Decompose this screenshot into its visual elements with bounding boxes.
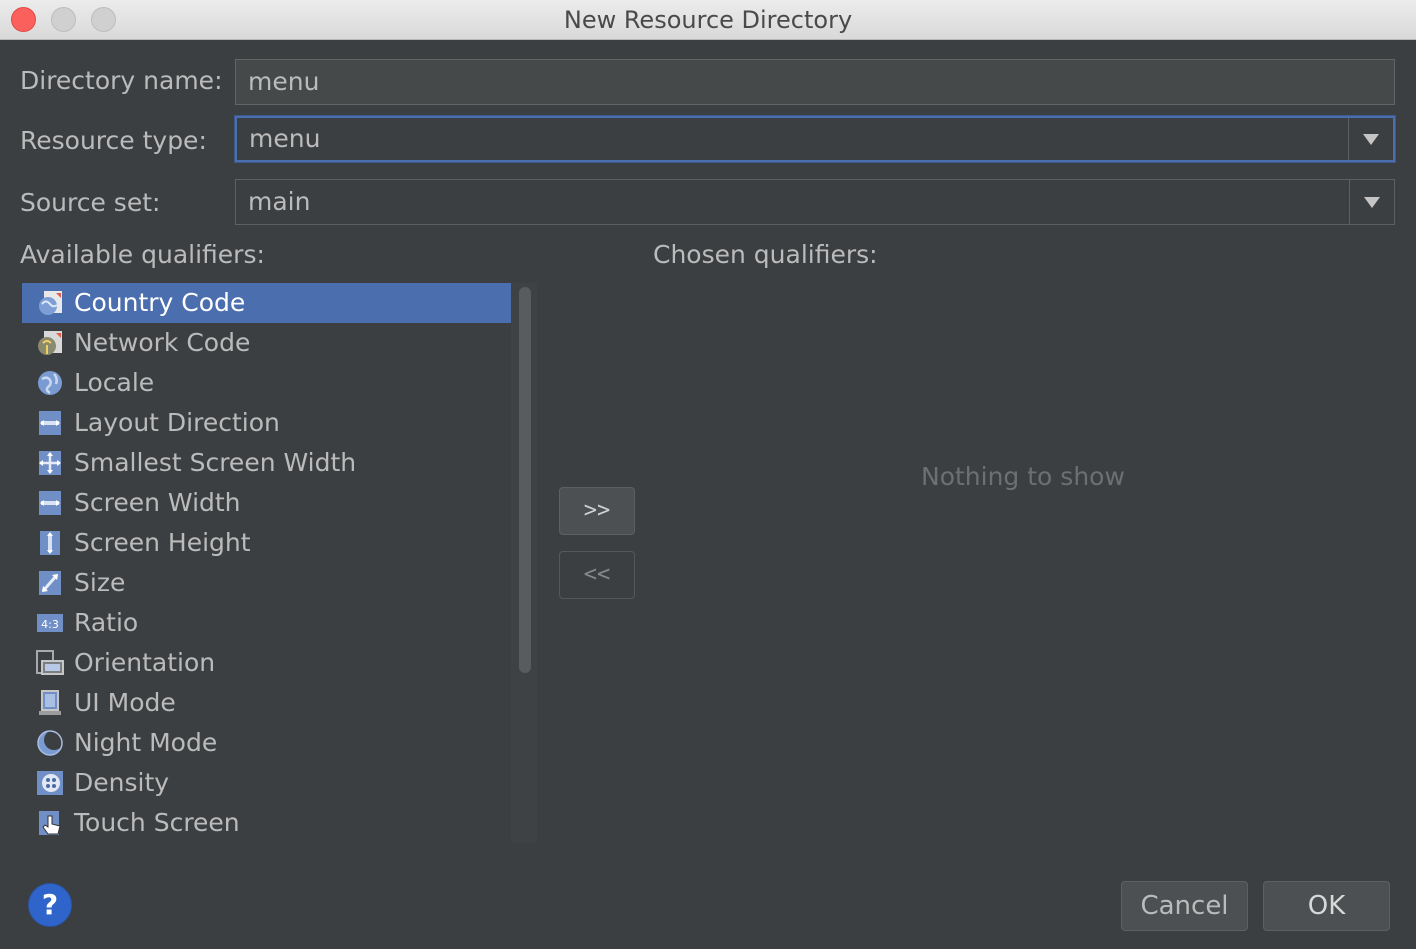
qualifier-item-layout-direction[interactable]: Layout Direction [22, 403, 511, 443]
night-mode-icon [37, 730, 64, 756]
resource-type-label: Resource type: [20, 126, 207, 155]
qualifier-label: Ratio [74, 608, 139, 637]
qualifier-label: Network Code [74, 328, 251, 357]
qualifier-item-ratio[interactable]: 4:3 Ratio [22, 603, 511, 643]
scrollbar-thumb[interactable] [519, 287, 531, 673]
qualifier-item-locale[interactable]: Locale [22, 363, 511, 403]
directory-name-label: Directory name: [20, 66, 223, 95]
globe-icon [38, 371, 62, 395]
source-set-select[interactable]: main [235, 179, 1395, 225]
window-title: New Resource Directory [563, 6, 853, 34]
qualifier-label: Locale [74, 368, 155, 397]
smallest-screen-width-icon [39, 451, 61, 475]
touch-screen-icon [39, 811, 61, 835]
screen-height-icon [40, 531, 60, 555]
qualifier-label: Screen Height [74, 528, 251, 557]
qualifier-item-network-code[interactable]: Network Code [22, 323, 511, 363]
qualifier-item-country-code[interactable]: Country Code [22, 283, 511, 323]
layout-direction-icon [39, 411, 61, 435]
chosen-qualifiers-empty-text: Nothing to show [921, 462, 1125, 491]
qualifier-label: UI Mode [74, 688, 176, 717]
qualifier-label: Touch Screen [74, 808, 240, 837]
qualifier-label: Smallest Screen Width [74, 448, 357, 477]
available-qualifiers-label: Available qualifiers: [20, 240, 265, 269]
country-code-icon [39, 291, 62, 315]
qualifier-item-orientation[interactable]: Orientation [22, 643, 511, 683]
screen-width-icon [39, 491, 61, 515]
add-qualifier-button[interactable]: >> [559, 487, 635, 535]
qualifier-label: Density [74, 768, 170, 797]
qualifier-item-screen-height[interactable]: Screen Height [22, 523, 511, 563]
resource-type-value: menu [249, 124, 321, 153]
source-set-label: Source set: [20, 188, 161, 217]
qualifier-item-night-mode[interactable]: Night Mode [22, 723, 511, 763]
density-icon [37, 771, 63, 795]
ui-mode-icon [39, 690, 61, 715]
available-qualifiers-list[interactable]: Country Code Network Code Locale Layout … [22, 283, 511, 843]
orientation-icon [36, 650, 64, 675]
qualifier-label: Orientation [74, 648, 216, 677]
source-set-dropdown-arrow-icon[interactable] [1349, 180, 1394, 224]
source-set-value: main [248, 187, 311, 216]
qualifier-item-touch-screen[interactable]: Touch Screen [22, 803, 511, 843]
help-button[interactable]: ? [28, 883, 72, 927]
qualifier-label: Size [74, 568, 126, 597]
ok-button[interactable]: OK [1263, 881, 1390, 931]
qualifier-item-smallest-screen-width[interactable]: Smallest Screen Width [22, 443, 511, 483]
qualifier-item-screen-width[interactable]: Screen Width [22, 483, 511, 523]
qualifier-label: Screen Width [74, 488, 241, 517]
network-code-icon [38, 331, 62, 355]
svg-text:4:3: 4:3 [41, 618, 59, 631]
directory-name-input[interactable]: menu [235, 59, 1395, 105]
size-icon [39, 571, 61, 595]
qualifier-label: Country Code [74, 288, 246, 317]
qualifier-label: Night Mode [74, 728, 218, 757]
qualifier-item-size[interactable]: Size [22, 563, 511, 603]
remove-qualifier-button[interactable]: << [559, 551, 635, 599]
cancel-button[interactable]: Cancel [1121, 881, 1248, 931]
qualifiers-scrollbar[interactable] [511, 283, 537, 843]
chosen-qualifiers-label: Chosen qualifiers: [653, 240, 878, 269]
resource-type-select[interactable]: menu [235, 116, 1395, 162]
title-bar: New Resource Directory [0, 0, 1416, 40]
resource-type-dropdown-arrow-icon[interactable] [1348, 118, 1393, 160]
qualifier-item-density[interactable]: Density [22, 763, 511, 803]
qualifier-label: Layout Direction [74, 408, 280, 437]
ratio-icon: 4:3 [37, 614, 63, 632]
qualifier-item-ui-mode[interactable]: UI Mode [22, 683, 511, 723]
